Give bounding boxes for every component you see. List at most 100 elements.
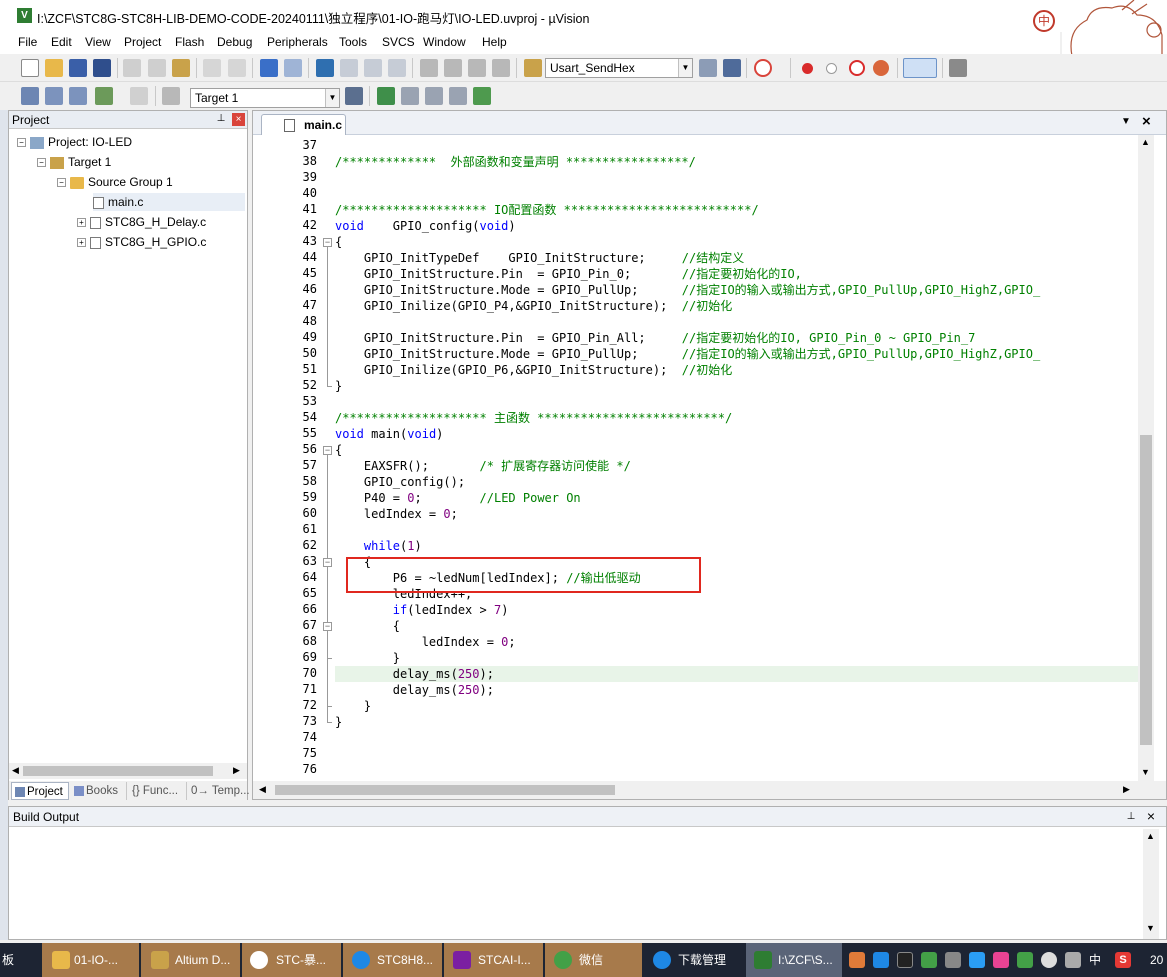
code-line[interactable]: void GPIO_config(void) <box>335 218 516 234</box>
nav-forward-icon[interactable] <box>284 59 302 77</box>
menu-debug[interactable]: Debug <box>217 35 252 49</box>
window-layout-icon[interactable] <box>903 58 937 78</box>
pack-installer-icon[interactable] <box>449 87 467 105</box>
menu-svcs[interactable]: SVCS <box>382 35 415 49</box>
code-line[interactable]: if(ledIndex > 7) <box>335 602 509 618</box>
run-time-env-icon[interactable] <box>425 87 443 105</box>
redo-icon[interactable] <box>228 59 246 77</box>
scroll-up-icon[interactable]: ▲ <box>1141 137 1150 147</box>
chevron-down-icon[interactable]: ▼ <box>678 59 692 77</box>
menu-edit[interactable]: Edit <box>51 35 72 49</box>
scrollbar-thumb[interactable] <box>1140 435 1152 745</box>
paste-icon[interactable] <box>172 59 190 77</box>
scroll-left-icon[interactable]: ◀ <box>12 765 19 776</box>
open-file-icon[interactable] <box>45 59 63 77</box>
scroll-right-icon[interactable]: ▶ <box>233 765 240 776</box>
code-line[interactable]: void main(void) <box>335 426 443 442</box>
scroll-right-icon[interactable]: ▶ <box>1123 784 1130 795</box>
project-horizontal-scrollbar[interactable]: ◀ ▶ <box>9 763 247 779</box>
code-line[interactable]: ledIndex = 0; <box>335 506 458 522</box>
code-line[interactable]: GPIO_InitStructure.Pin = GPIO_Pin_0; //指… <box>335 266 802 282</box>
target-combo[interactable]: Target 1 ▼ <box>190 88 340 108</box>
breakpoint-icon[interactable] <box>802 63 813 74</box>
menu-file[interactable]: File <box>18 35 37 49</box>
code-line[interactable]: { <box>335 442 342 458</box>
fold-collapse-icon[interactable]: − <box>323 622 332 631</box>
tray-app-icon[interactable] <box>969 952 985 968</box>
chevron-down-icon[interactable]: ▼ <box>325 89 339 107</box>
unindent-icon[interactable] <box>444 59 462 77</box>
rebuild-icon[interactable] <box>69 87 87 105</box>
taskbar-item-explorer[interactable]: 01-IO-... <box>42 943 139 977</box>
pin-icon[interactable]: ⊥ <box>1125 811 1137 823</box>
taskbar-item-stc-browser[interactable]: STC-暴... <box>242 943 341 977</box>
incremental-find-icon[interactable] <box>723 59 741 77</box>
batch-build-icon[interactable] <box>95 87 113 105</box>
code-line[interactable]: /************* 外部函数和变量声明 ***************… <box>335 154 696 170</box>
code-line[interactable]: GPIO_Inilize(GPIO_P4,&GPIO_InitStructure… <box>335 298 732 314</box>
find-in-files-icon[interactable] <box>524 59 542 77</box>
code-line[interactable]: delay_ms(250); <box>335 682 494 698</box>
editor-vertical-scrollbar[interactable]: ▲ ▼ <box>1138 135 1154 785</box>
tab-templates[interactable]: 0→ Temp... <box>188 782 250 800</box>
prev-bookmark-icon[interactable] <box>340 59 358 77</box>
target-options-icon[interactable] <box>345 87 363 105</box>
tab-books[interactable]: Books <box>71 782 127 800</box>
wifi-icon[interactable] <box>1041 952 1057 968</box>
taskbar-item-wechat[interactable]: 微信 <box>545 943 642 977</box>
stop-build-icon[interactable] <box>130 87 148 105</box>
code-line[interactable]: GPIO_config(); <box>335 474 465 490</box>
tree-node-target[interactable]: − Target 1 <box>37 153 111 171</box>
comment-icon[interactable] <box>468 59 486 77</box>
wechat-icon[interactable] <box>921 952 937 968</box>
configure-icon[interactable] <box>949 59 967 77</box>
tree-node-delay-c[interactable]: + STC8G_H_Delay.c <box>77 213 206 231</box>
code-line[interactable]: GPIO_InitStructure.Mode = GPIO_PullUp; /… <box>335 282 1040 298</box>
code-line[interactable]: GPIO_InitStructure.Mode = GPIO_PullUp; /… <box>335 346 1040 362</box>
save-all-icon[interactable] <box>93 59 111 77</box>
code-line[interactable]: /******************** 主函数 **************… <box>335 410 732 426</box>
clear-bookmarks-icon[interactable] <box>388 59 406 77</box>
clock[interactable]: 20 <box>1150 943 1163 977</box>
new-file-icon[interactable] <box>21 59 39 77</box>
taskbar-item-download-manager[interactable]: 下载管理 <box>644 943 744 977</box>
scrollbar-thumb[interactable] <box>23 766 213 776</box>
scroll-up-icon[interactable]: ▲ <box>1146 831 1155 841</box>
menu-window[interactable]: Window <box>423 35 466 49</box>
code-line[interactable]: { <box>335 234 342 250</box>
close-tab-icon[interactable]: × <box>1142 113 1151 130</box>
tab-functions[interactable]: {} Func... <box>129 782 187 800</box>
debug-session-icon[interactable] <box>754 59 772 77</box>
scroll-down-icon[interactable]: ▼ <box>1141 767 1150 777</box>
next-bookmark-icon[interactable] <box>364 59 382 77</box>
fold-collapse-icon[interactable]: − <box>323 238 332 247</box>
close-icon[interactable]: × <box>232 113 245 126</box>
uncomment-icon[interactable] <box>492 59 510 77</box>
scroll-left-icon[interactable]: ◀ <box>259 784 266 795</box>
editor-horizontal-scrollbar[interactable]: ◀ ▶ <box>253 781 1166 799</box>
taskbar-item-partial[interactable]: 板 <box>0 943 40 977</box>
menu-project[interactable]: Project <box>124 35 161 49</box>
expand-toggle-icon[interactable]: + <box>77 238 86 248</box>
code-line[interactable]: { <box>335 618 400 634</box>
code-view[interactable]: /************* 外部函数和变量声明 ***************… <box>335 135 1140 785</box>
tree-node-source-group[interactable]: − Source Group 1 <box>57 173 173 191</box>
download-icon[interactable] <box>162 87 180 105</box>
taskbar-item-edge-stc8h[interactable]: STC8H8... <box>343 943 442 977</box>
taskbar-item-stcai[interactable]: STCAI-I... <box>444 943 543 977</box>
collapse-toggle-icon[interactable]: − <box>37 158 46 168</box>
expand-toggle-icon[interactable]: + <box>77 218 86 228</box>
menu-view[interactable]: View <box>85 35 111 49</box>
components-icon[interactable] <box>473 87 491 105</box>
tray-app-icon[interactable] <box>873 952 889 968</box>
scrollbar-thumb[interactable] <box>275 785 615 795</box>
input-language-indicator[interactable]: 中 <box>1089 943 1101 977</box>
scroll-down-icon[interactable]: ▼ <box>1146 923 1155 933</box>
shield-icon[interactable] <box>1017 952 1033 968</box>
code-line[interactable]: EAXSFR(); /* 扩展寄存器访问使能 */ <box>335 458 631 474</box>
kill-breakpoints-icon[interactable] <box>849 60 865 76</box>
code-line[interactable]: GPIO_Inilize(GPIO_P6,&GPIO_InitStructure… <box>335 362 732 378</box>
tray-app-icon[interactable] <box>849 952 865 968</box>
build-output-scrollbar[interactable]: ▲ ▼ <box>1143 829 1159 939</box>
enable-all-breakpoints-icon[interactable] <box>873 60 889 76</box>
